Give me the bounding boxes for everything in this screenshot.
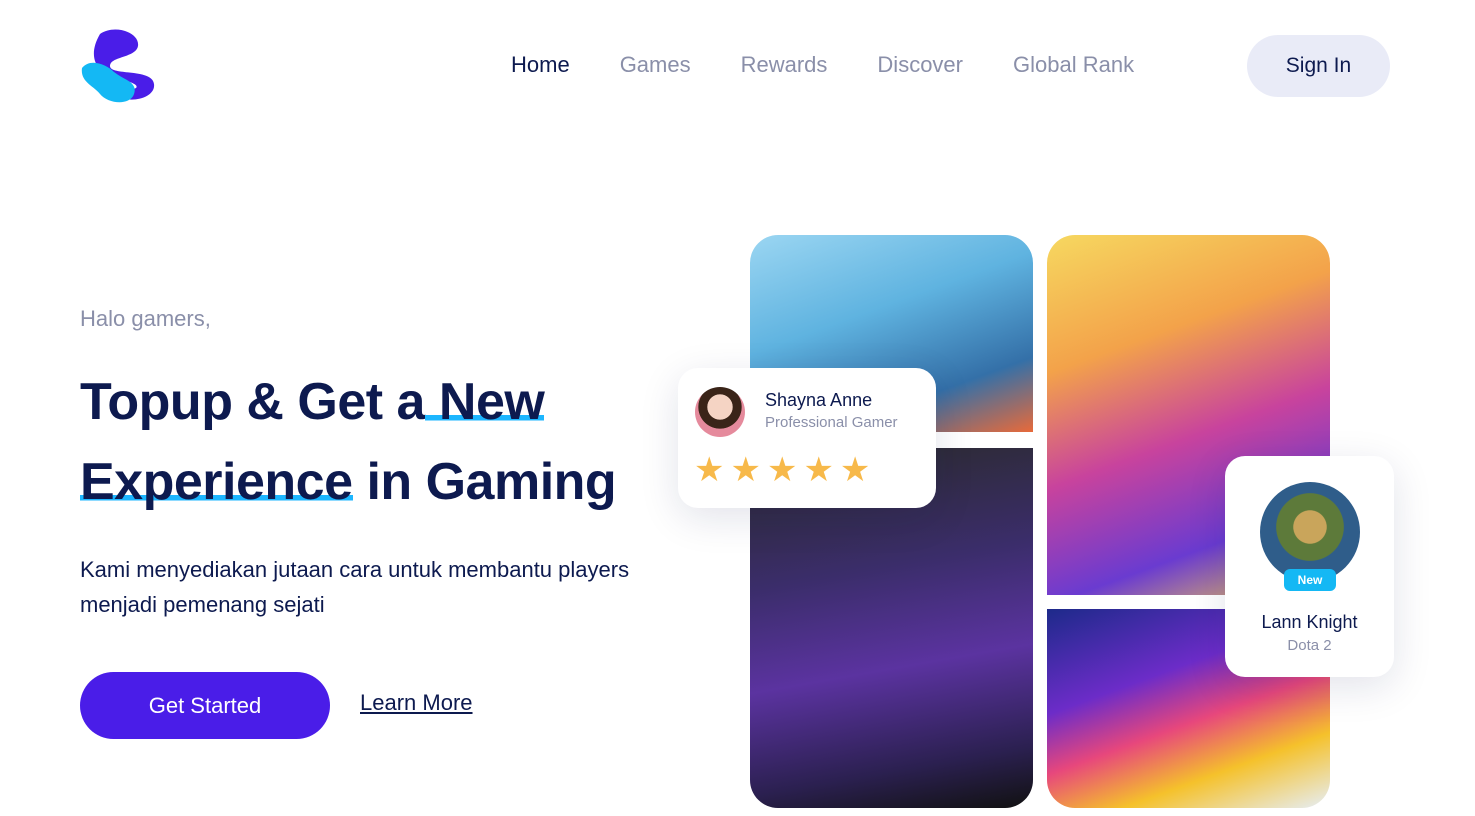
hero-headline: Topup & Get a New Experience in Gaming	[80, 362, 680, 522]
avatar	[1260, 482, 1360, 582]
player-card[interactable]: New Lann Knight Dota 2	[1225, 456, 1394, 677]
sign-in-button[interactable]: Sign In	[1247, 35, 1390, 97]
headline-part1: Topup & Get a	[80, 373, 425, 431]
hero-description: Kami menyediakan jutaan cara untuk memba…	[80, 557, 630, 617]
headline-part2: in Gaming	[352, 453, 617, 511]
main-nav: Home Games Rewards Discover Global Rank	[511, 52, 1184, 78]
greeting-text: Halo gamers,	[80, 306, 211, 331]
star-rating-icon: ★★★★★	[694, 451, 877, 489]
avatar	[695, 387, 745, 437]
brand-logo[interactable]	[80, 28, 156, 104]
nav-games[interactable]: Games	[620, 52, 691, 78]
headline-highlight-experience: Experience	[80, 453, 353, 511]
nav-home[interactable]: Home	[511, 52, 570, 78]
get-started-button[interactable]: Get Started	[80, 672, 330, 739]
headline-highlight-new: New	[424, 373, 545, 431]
nav-global-rank[interactable]: Global Rank	[1013, 52, 1134, 78]
review-card: Shayna Anne Professional Gamer ★★★★★	[678, 368, 936, 508]
reviewer-name: Shayna Anne	[765, 390, 873, 410]
learn-more-link[interactable]: Learn More	[360, 690, 473, 716]
new-badge: New	[1284, 569, 1336, 591]
player-game: Dota 2	[1287, 637, 1332, 654]
nav-discover[interactable]: Discover	[877, 52, 963, 78]
reviewer-role: Professional Gamer	[765, 414, 898, 431]
player-name: Lann Knight	[1261, 612, 1358, 632]
nav-rewards[interactable]: Rewards	[741, 52, 828, 78]
